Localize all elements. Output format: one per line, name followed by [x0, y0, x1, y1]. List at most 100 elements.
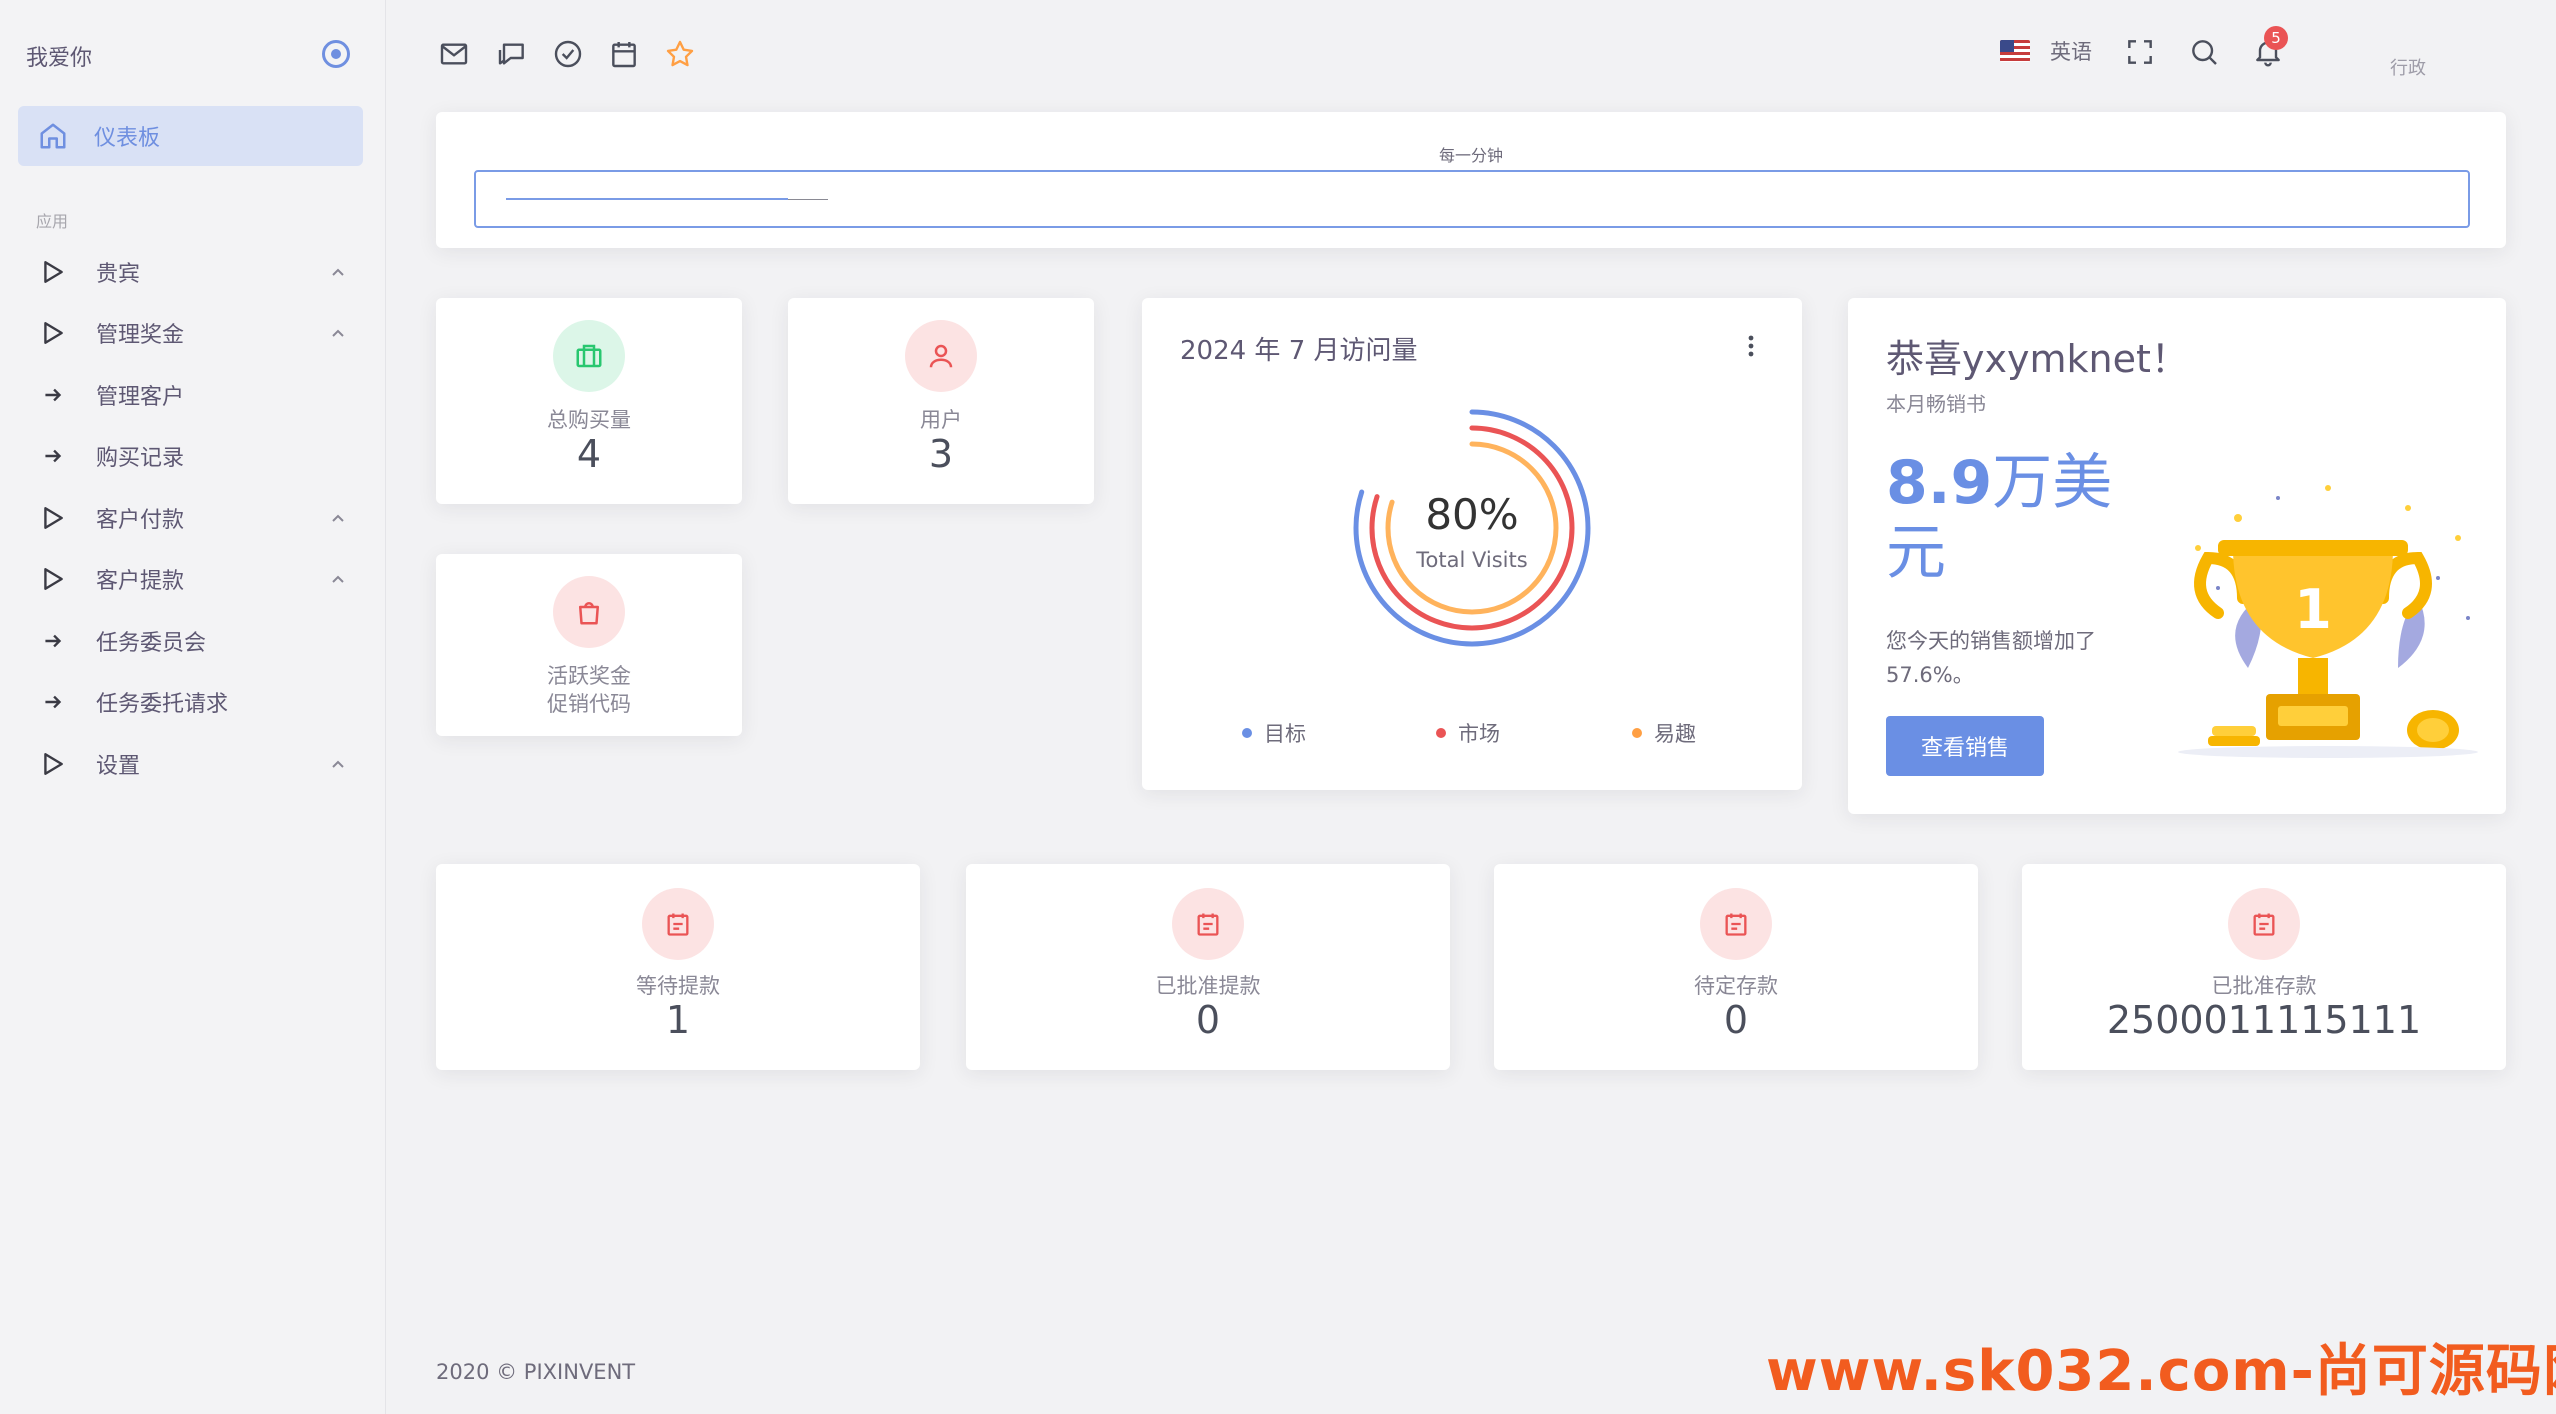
stat-value: 4 — [576, 432, 602, 476]
stat-value: 0 — [1195, 998, 1221, 1042]
stat-label: 等待提款 — [636, 974, 720, 998]
stat-value: 3 — [928, 432, 954, 476]
search-icon[interactable] — [2188, 36, 2220, 68]
timer-caption: 每一分钟 — [1438, 146, 1503, 165]
timer-progress-tail — [788, 199, 828, 200]
legend-dot — [1436, 728, 1446, 738]
congrats-amount: 8.9万美元 — [1886, 448, 2166, 588]
sidebar-item-settings[interactable]: 设置 — [0, 734, 386, 794]
more-vertical-icon[interactable] — [1748, 334, 1754, 358]
fullscreen-icon[interactable] — [2124, 36, 2156, 68]
legend-item-ebay: 易趣 — [1632, 718, 1696, 748]
visits-center-label: Total Visits — [1416, 548, 1528, 572]
play-icon — [44, 322, 63, 344]
sidebar-item-label: 仪表板 — [94, 126, 161, 151]
congrats-subtitle: 本月畅销书 — [1886, 392, 1986, 416]
stat-label: 总购买量 — [547, 408, 631, 432]
stat-card-pending-deposits: 待定存款 0 — [1494, 864, 1978, 1070]
calendar-note-icon — [642, 888, 714, 960]
sidebar-item-label: 客户提款 — [96, 569, 185, 594]
legend-label: 目标 — [1264, 722, 1306, 746]
calendar-note-icon — [1172, 888, 1244, 960]
visits-title: 2024 年 7 月访问量 — [1180, 336, 1418, 366]
brand-name[interactable]: 我爱你 — [26, 40, 92, 72]
legend-label: 易趣 — [1654, 722, 1696, 746]
amount-number: 8.9 — [1886, 448, 1993, 518]
visits-card: 2024 年 7 月访问量 80% Total Visits 目标 市场 易趣 — [1142, 298, 1802, 790]
stat-label: 已批准存款 — [2211, 974, 2317, 998]
stat-card-approved-withdrawals: 已批准提款 0 — [966, 864, 1450, 1070]
legend-dot — [1632, 728, 1642, 738]
sidebar-item-purchase-records[interactable]: 购买记录 — [0, 426, 386, 486]
view-sales-button[interactable]: 查看销售 — [1886, 716, 2044, 776]
sidebar: 我爱你 仪表板 应用 贵宾 管理奖金 管理客户 购买记录 客户付款 客户提款 任… — [0, 0, 386, 1414]
play-icon — [44, 507, 63, 529]
legend-item-target: 目标 — [1242, 718, 1306, 748]
stat-sublabel: 促销代码 — [547, 692, 631, 716]
trophy-icon: 1 — [2178, 485, 2478, 758]
play-icon — [44, 753, 63, 775]
section-title-apps: 应用 — [36, 212, 69, 231]
sidebar-item-customer-withdrawals[interactable]: 客户提款 — [0, 549, 386, 609]
star-icon[interactable] — [664, 38, 696, 70]
sidebar-item-label: 任务委托请求 — [96, 692, 229, 717]
play-icon — [44, 568, 63, 590]
legend-label: 市场 — [1458, 722, 1500, 746]
congrats-description: 您今天的销售额增加了57.6%。 — [1886, 629, 2096, 687]
user-icon — [905, 320, 977, 392]
chevron-up-icon — [332, 514, 344, 522]
sidebar-item-label: 贵宾 — [96, 262, 141, 287]
home-icon — [40, 123, 66, 149]
sidebar-item-manage-customers[interactable]: 管理客户 — [0, 365, 386, 425]
user-role[interactable]: 行政 — [2390, 54, 2426, 80]
stat-label: 已批准提款 — [1155, 974, 1261, 998]
language-selector[interactable]: 英语 — [2000, 36, 2092, 66]
sidebar-item-label: 管理客户 — [96, 385, 185, 410]
check-circle-icon[interactable] — [552, 38, 584, 70]
calendar-icon[interactable] — [608, 38, 640, 70]
sidebar-item-customer-payments[interactable]: 客户付款 — [0, 488, 386, 548]
chevron-up-icon — [332, 575, 344, 583]
stat-card-total-purchases: 总购买量 4 — [436, 298, 742, 504]
arrow-right-icon — [45, 449, 62, 463]
sidebar-item-dashboard[interactable]: 仪表板 — [18, 106, 363, 166]
notification-badge: 5 — [2264, 26, 2288, 50]
sidebar-item-label: 购买记录 — [96, 446, 185, 471]
legend-item-market: 市场 — [1436, 718, 1500, 748]
watermark: www.sk032.com-尚可源码网 — [1766, 1339, 2556, 1404]
timer-progress-bar — [474, 170, 2470, 228]
stat-value: 2500011115111 — [2106, 998, 2422, 1042]
stat-card-pending-withdrawals: 等待提款 1 — [436, 864, 920, 1070]
congrats-title: 恭喜yxymknet！ — [1886, 337, 2189, 381]
sidebar-item-manage-bonus[interactable]: 管理奖金 — [0, 303, 386, 363]
sidebar-item-task-committee[interactable]: 任务委员会 — [0, 611, 386, 671]
play-icon — [44, 261, 63, 283]
stat-label: 用户 — [920, 408, 962, 432]
stat-card-users: 用户 3 — [788, 298, 1094, 504]
visits-center-value: 80% — [1425, 490, 1519, 539]
sidebar-item-vip[interactable]: 贵宾 — [0, 242, 386, 302]
calendar-note-icon — [2228, 888, 2300, 960]
briefcase-icon — [553, 320, 625, 392]
stat-value: 1 — [665, 998, 691, 1042]
timer-progress-fill — [506, 198, 788, 200]
legend-dot — [1242, 728, 1252, 738]
congrats-card: 恭喜yxymknet！ 本月畅销书 8.9万美元 您今天的销售额增加了57.6%… — [1848, 298, 2506, 814]
arrow-right-icon — [45, 634, 62, 648]
calendar-note-icon — [1700, 888, 1772, 960]
arrow-right-icon — [45, 695, 62, 709]
chevron-up-icon — [332, 760, 344, 768]
chat-icon[interactable] — [496, 38, 528, 70]
mail-icon[interactable] — [438, 38, 470, 70]
sidebar-item-label: 客户付款 — [96, 508, 185, 533]
chevron-up-icon — [332, 329, 344, 337]
avatar[interactable] — [2456, 30, 2512, 86]
chevron-up-icon — [332, 268, 344, 276]
arrow-right-icon — [45, 388, 62, 402]
timer-card: 每一分钟 — [436, 112, 2506, 248]
sidebar-toggle-icon[interactable] — [322, 40, 350, 68]
footer-copyright: 2020 © PIXINVENT — [436, 1360, 636, 1384]
sidebar-item-task-requests[interactable]: 任务委托请求 — [0, 672, 386, 732]
trophy-number: 1 — [2294, 578, 2332, 641]
shopping-bag-icon — [553, 576, 625, 648]
